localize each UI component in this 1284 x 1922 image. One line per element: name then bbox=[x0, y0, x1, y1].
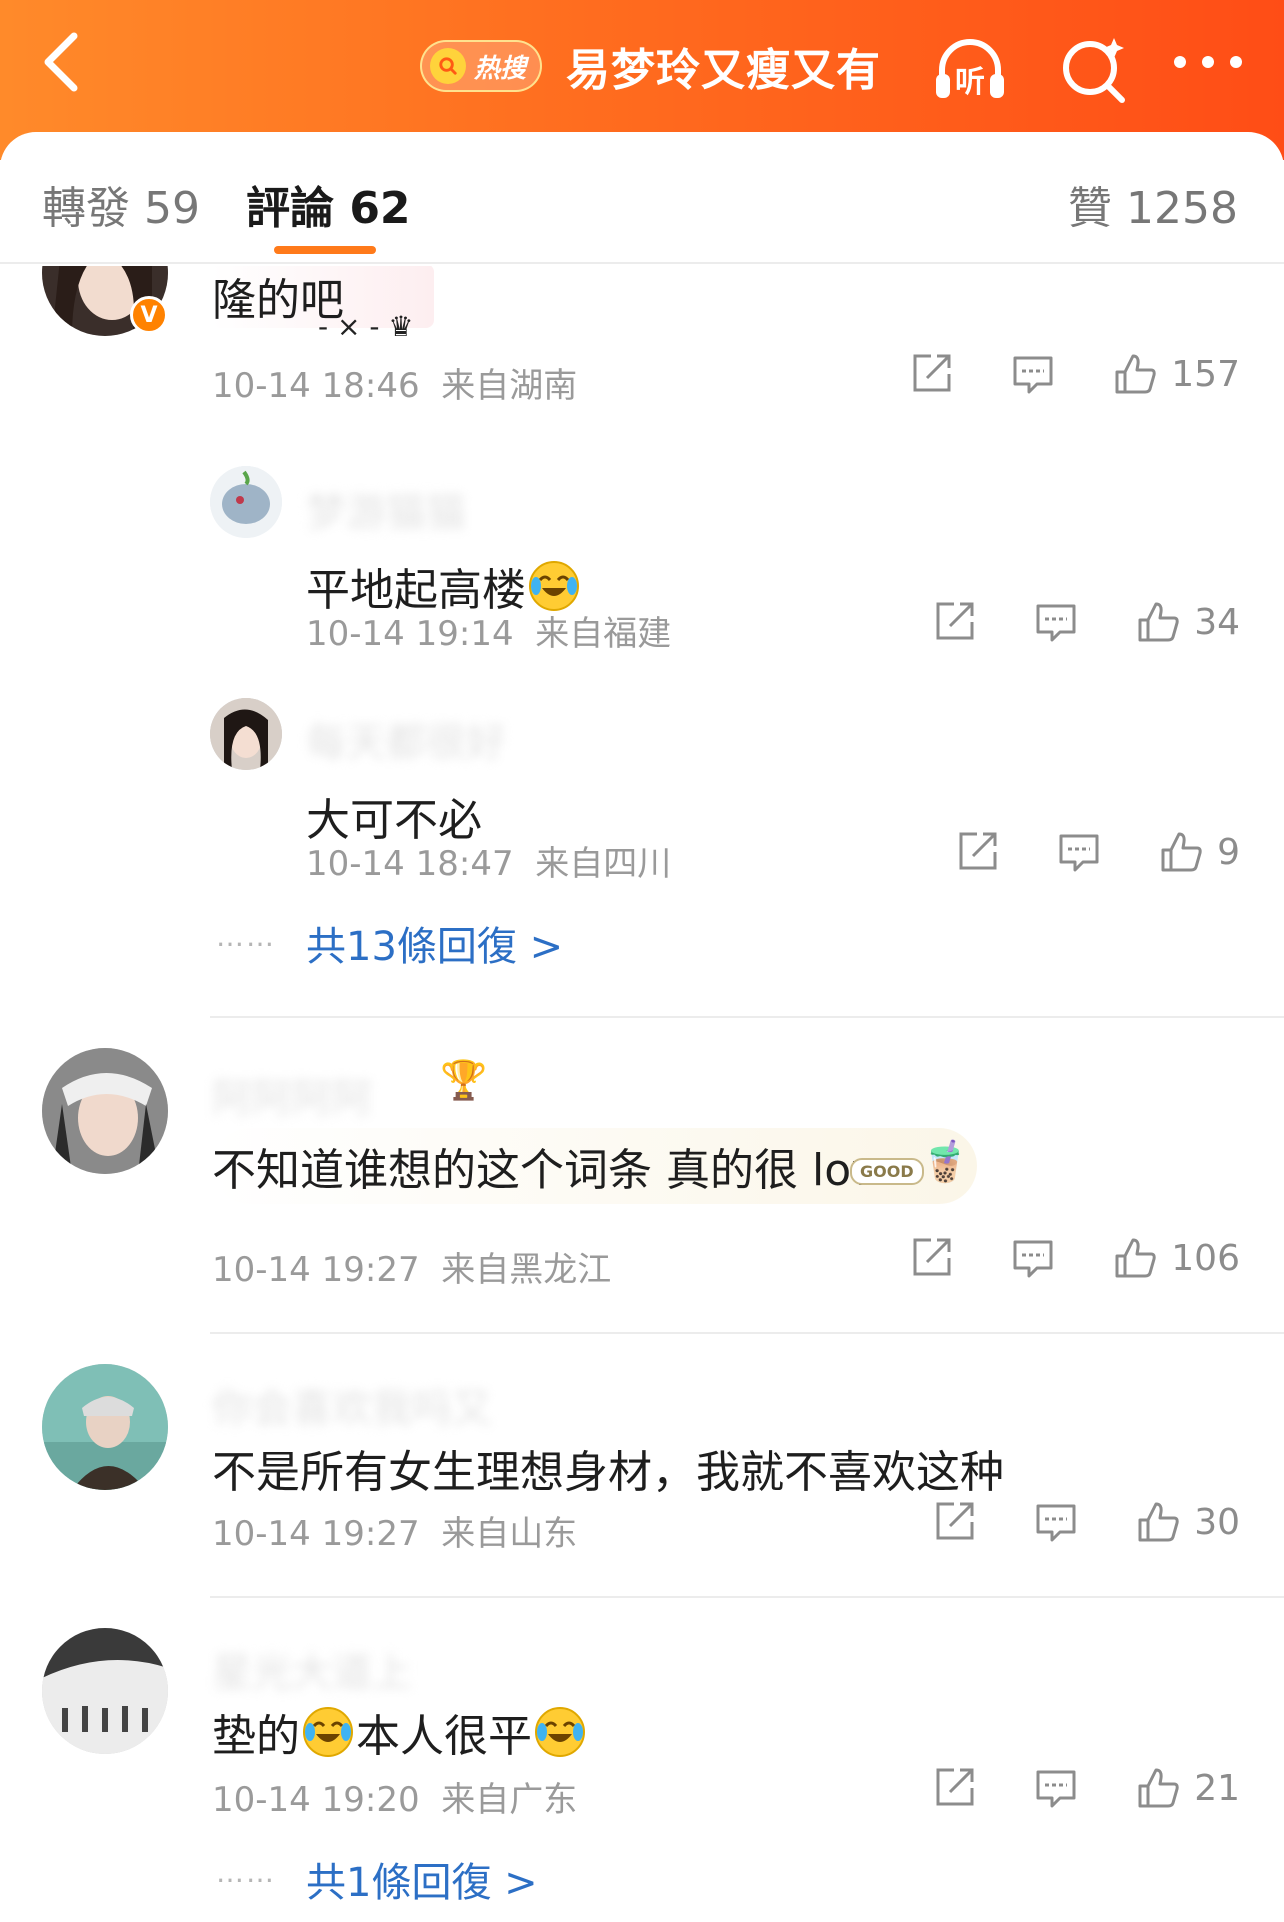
share-icon[interactable] bbox=[932, 1766, 976, 1810]
like-count: 30 bbox=[1194, 1501, 1240, 1543]
avatar[interactable] bbox=[42, 1628, 168, 1754]
like-count: 21 bbox=[1194, 1767, 1240, 1809]
share-icon[interactable] bbox=[955, 830, 999, 874]
comment-icon[interactable] bbox=[1011, 352, 1055, 396]
reply-avatar[interactable] bbox=[210, 466, 282, 538]
reply-location: 来自四川 bbox=[535, 844, 672, 884]
reply-meta: 10-14 18:47 来自四川 bbox=[306, 836, 671, 885]
comment-icon[interactable] bbox=[1034, 1500, 1078, 1544]
laugh-cry-emoji bbox=[302, 1706, 354, 1758]
comment-time: 10-14 19:27 bbox=[212, 1514, 420, 1554]
search-icon bbox=[1063, 38, 1125, 103]
reply-actions: 34 bbox=[932, 600, 1240, 644]
comment-actions: 21 bbox=[932, 1766, 1240, 1810]
comment-location: 来自广东 bbox=[441, 1780, 578, 1820]
thumb-up-icon[interactable] bbox=[1113, 1236, 1157, 1280]
active-tab-indicator bbox=[274, 246, 376, 254]
reply-location: 来自福建 bbox=[535, 614, 672, 654]
like-count: 106 bbox=[1171, 1237, 1240, 1279]
tab-comment[interactable]: 評論 62 bbox=[246, 172, 411, 236]
share-icon[interactable] bbox=[909, 1236, 953, 1280]
comment-location: 来自黑龙江 bbox=[441, 1250, 612, 1290]
comment-icon[interactable] bbox=[1011, 1236, 1055, 1280]
listen-icon: 听 bbox=[936, 39, 1004, 100]
comment-icon[interactable] bbox=[1034, 1766, 1078, 1810]
comment-actions: 30 bbox=[932, 1500, 1240, 1544]
more-icon bbox=[1174, 56, 1242, 68]
comment-feed[interactable]: V 隆的吧 - × - ♛ 10-14 18:46 来自湖南 157 梦游猫猫 … bbox=[0, 266, 1284, 1922]
more-replies-link[interactable]: 共1條回復 > bbox=[306, 1850, 538, 1908]
comment-meta: 10-14 19:20 来自广东 bbox=[212, 1772, 577, 1821]
back-button[interactable] bbox=[30, 24, 100, 100]
thumb-up-icon[interactable] bbox=[1136, 1766, 1180, 1810]
divider bbox=[210, 1016, 1284, 1018]
comment-actions: 106 bbox=[909, 1236, 1240, 1280]
hot-search-badge: 热搜 bbox=[420, 40, 543, 92]
fan-badge-icon: 🏆 bbox=[440, 1058, 488, 1102]
svg-text:听: 听 bbox=[955, 65, 985, 100]
more-replies-dots: …… bbox=[216, 920, 276, 953]
thumb-up-icon[interactable] bbox=[1113, 352, 1157, 396]
like-count: 34 bbox=[1194, 601, 1240, 643]
reply-time: 10-14 18:47 bbox=[306, 844, 514, 884]
divider bbox=[210, 1596, 1284, 1598]
laugh-cry-emoji bbox=[528, 560, 580, 612]
like-count: 9 bbox=[1217, 831, 1240, 873]
share-icon[interactable] bbox=[932, 1500, 976, 1544]
share-icon[interactable] bbox=[932, 600, 976, 644]
comment-location: 来自湖南 bbox=[441, 366, 578, 406]
thumb-up-icon[interactable] bbox=[1136, 600, 1180, 644]
bow-sticker-icon: - × - ♛ bbox=[318, 310, 414, 343]
back-icon bbox=[44, 32, 78, 92]
comment-username[interactable]: 阿阿阿阿 bbox=[212, 1066, 372, 1122]
laugh-cry-emoji bbox=[534, 1706, 586, 1758]
coffee-bear-sticker-icon: 🧋 bbox=[920, 1139, 970, 1185]
comment-username[interactable]: 星光大道上 bbox=[212, 1640, 412, 1696]
comment-meta: 10-14 18:46 来自湖南 bbox=[212, 358, 577, 407]
tab-like[interactable]: 贊 1258 bbox=[1068, 172, 1238, 236]
comment-icon[interactable] bbox=[1034, 600, 1078, 644]
comments-sheet: 轉發 59 評論 62 贊 1258 V 隆的吧 - × - ♛ 10-14 1… bbox=[0, 132, 1284, 1922]
comment-meta: 10-14 19:27 来自黑龙江 bbox=[212, 1242, 611, 1291]
thumb-up-icon[interactable] bbox=[1136, 1500, 1180, 1544]
reply-time: 10-14 19:14 bbox=[306, 614, 514, 654]
avatar[interactable] bbox=[42, 1048, 168, 1174]
hot-search-icon bbox=[430, 48, 466, 84]
good-sticker: GOOD bbox=[850, 1158, 924, 1185]
comment-icon[interactable] bbox=[1057, 830, 1101, 874]
comment-time: 10-14 18:46 bbox=[212, 366, 420, 406]
avatar[interactable] bbox=[42, 1364, 168, 1490]
reply-meta: 10-14 19:14 来自福建 bbox=[306, 606, 671, 655]
comment-location: 来自山东 bbox=[441, 1514, 578, 1554]
hot-search-title[interactable]: 热搜 易梦玲又瘦又有 bbox=[420, 34, 881, 98]
listen-button[interactable]: 听 bbox=[928, 28, 1012, 112]
comment-time: 10-14 19:20 bbox=[212, 1780, 420, 1820]
reply-avatar[interactable] bbox=[210, 698, 282, 770]
page-title: 易梦玲又瘦又有 bbox=[566, 45, 882, 96]
more-button[interactable] bbox=[1166, 28, 1250, 112]
divider bbox=[210, 1332, 1284, 1334]
reply-username[interactable]: 梦游猫猫 bbox=[306, 480, 466, 536]
like-count: 157 bbox=[1171, 353, 1240, 395]
tab-repost[interactable]: 轉發 59 bbox=[42, 172, 200, 236]
comment-text-part-1: 垫的 bbox=[212, 1711, 300, 1762]
hot-search-label: 热搜 bbox=[474, 53, 527, 84]
comment-text-part-2: 本人很平 bbox=[356, 1711, 532, 1762]
more-replies-dots: …… bbox=[216, 1856, 276, 1889]
reply-username[interactable]: 每天都很好 bbox=[306, 710, 506, 766]
share-icon[interactable] bbox=[909, 352, 953, 396]
comment-time: 10-14 19:27 bbox=[212, 1250, 420, 1290]
more-replies-link[interactable]: 共13條回復 > bbox=[306, 914, 563, 972]
thumb-up-icon[interactable] bbox=[1159, 830, 1203, 874]
comment-text: 不是所有女生理想身材，我就不喜欢这种 bbox=[212, 1447, 1004, 1498]
search-button[interactable] bbox=[1052, 28, 1136, 112]
comment-actions: 157 bbox=[909, 352, 1240, 396]
verified-badge: V bbox=[130, 296, 168, 334]
comment-username[interactable]: 你会喜欢我吗又 bbox=[212, 1376, 492, 1432]
reply-actions: 9 bbox=[955, 830, 1240, 874]
comment-meta: 10-14 19:27 来自山东 bbox=[212, 1506, 577, 1555]
comment-text: 垫的 本人很平 bbox=[212, 1702, 588, 1762]
tab-bar: 轉發 59 評論 62 贊 1258 bbox=[0, 132, 1284, 264]
